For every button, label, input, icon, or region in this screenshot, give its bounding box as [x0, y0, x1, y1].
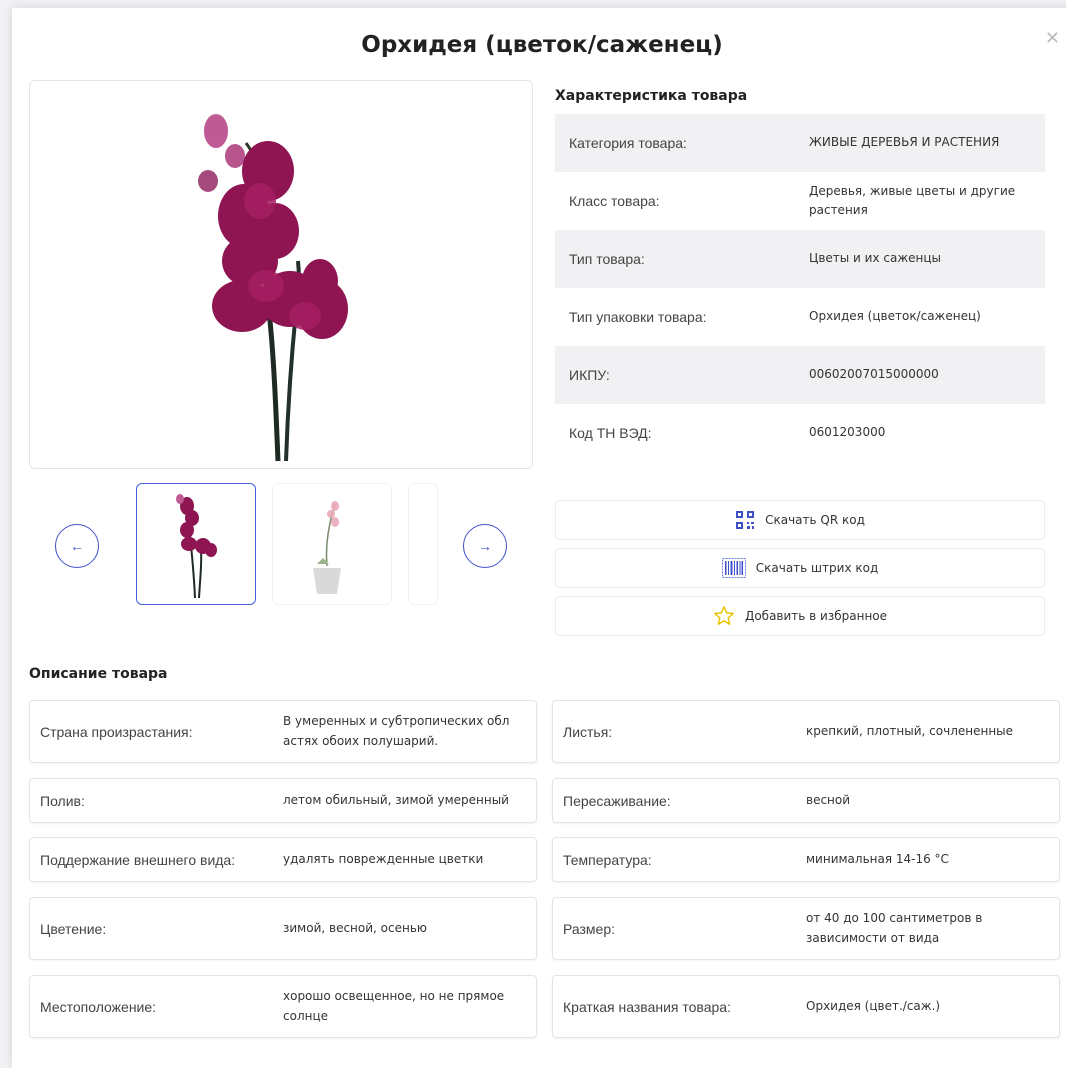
spec-label: Код ТН ВЭД: [569, 425, 652, 441]
description-label: Пересаживание: [563, 792, 671, 809]
download-qr-label: Скачать QR код [765, 513, 865, 527]
spec-value: 00602007015000000 [809, 367, 939, 382]
gallery-thumbnail-2[interactable] [272, 483, 392, 605]
description-item-location: Местоположение: хорошо освещенное, но не… [29, 975, 537, 1038]
description-label: Цветение: [40, 920, 107, 937]
spec-label: ИКПУ: [569, 367, 610, 383]
download-barcode-label: Скачать штрих код [755, 561, 879, 575]
gallery-prev-button[interactable]: ← [55, 524, 99, 568]
spec-value: 0601203000 [809, 425, 886, 440]
description-label: Страна произрастания: [40, 723, 193, 740]
description-item-leaves: Листья: крепкий, плотный, сочлененные [552, 700, 1060, 763]
specs-table: Категория товара: ЖИВЫЕ ДЕРЕВЬЯ И РАСТЕН… [555, 114, 1045, 462]
star-icon [713, 605, 735, 627]
gallery-next-button[interactable]: → [463, 524, 507, 568]
description-label: Полив: [40, 792, 85, 809]
description-label: Местоположение: [40, 998, 157, 1015]
description-value: В умеренных и субтропических обл астях о… [283, 714, 510, 748]
add-to-favorites-label: Добавить в избранное [744, 609, 888, 623]
close-icon[interactable]: ✕ [1045, 28, 1060, 49]
spec-row-tnved: Код ТН ВЭД: 0601203000 [555, 404, 1045, 462]
description-value: зимой, весной, осенью [283, 920, 428, 935]
spec-row-category: Категория товара: ЖИВЫЕ ДЕРЕВЬЯ И РАСТЕН… [555, 114, 1045, 172]
description-label: Краткая названия товара: [563, 998, 731, 1015]
description-item-blooming: Цветение: зимой, весной, осенью [29, 897, 537, 960]
description-item-origin: Страна произрастания: В умеренных и субт… [29, 700, 537, 763]
spec-value: Цветы и их саженцы [809, 251, 942, 266]
description-value: летом обильный, зимой умеренный [283, 792, 509, 807]
spec-value: ЖИВЫЕ ДЕРЕВЬЯ И РАСТЕНИЯ [809, 135, 1000, 150]
description-value: хорошо освещенное, но не прямое солнце [283, 989, 505, 1023]
spec-row-type: Тип товара: Цветы и их саженцы [555, 230, 1045, 288]
description-label: Листья: [563, 723, 613, 740]
specs-heading: Характеристика товара [555, 88, 748, 104]
description-item-size: Размер: от 40 до 100 сантиметров в завис… [552, 897, 1060, 960]
spec-label: Тип товара: [569, 251, 645, 267]
product-modal: Орхидея (цветок/саженец) ✕ ← → Характери… [12, 8, 1066, 1068]
download-qr-button[interactable]: Скачать QR код [555, 500, 1045, 540]
spec-value: Деревья, живые цветы и другие растения [809, 183, 1016, 217]
main-product-image [29, 80, 533, 469]
barcode-icon [721, 558, 746, 578]
spec-row-package-type: Тип упаковки товара: Орхидея (цветок/саж… [555, 288, 1045, 346]
download-barcode-button[interactable]: Скачать штрих код [555, 548, 1045, 588]
product-title: Орхидея (цветок/саженец) [361, 32, 723, 58]
description-value: крепкий, плотный, сочлененные [806, 723, 1014, 738]
gallery-thumbnail-1[interactable] [136, 483, 256, 605]
description-value: удалять поврежденные цветки [283, 851, 484, 866]
orchid-thumbnail-image [176, 494, 217, 599]
spec-label: Класс товара: [569, 193, 660, 209]
description-item-repotting: Пересаживание: весной [552, 778, 1060, 823]
description-value: минимальная 14-16 °C [806, 851, 949, 866]
spec-row-class: Класс товара: Деревья, живые цветы и дру… [555, 172, 1045, 230]
description-value: Орхидея (цвет./саж.) [806, 998, 941, 1013]
description-item-watering: Полив: летом обильный, зимой умеренный [29, 778, 537, 823]
description-label: Размер: [563, 920, 616, 937]
spec-row-ikpu: ИКПУ: 00602007015000000 [555, 346, 1045, 404]
description-heading: Описание товара [29, 666, 168, 682]
description-label: Поддержание внешнего вида: [40, 851, 236, 868]
description-value: весной [806, 792, 851, 807]
description-label: Температура: [563, 851, 652, 868]
description-item-care: Поддержание внешнего вида: удалять повре… [29, 837, 537, 882]
orchid-image [198, 114, 348, 462]
qr-code-icon [735, 510, 755, 530]
description-value: от 40 до 100 сантиметров в зависимости о… [806, 911, 983, 945]
gallery-thumbnail-3[interactable] [408, 483, 438, 605]
description-item-temperature: Температура: минимальная 14-16 °C [552, 837, 1060, 882]
spec-label: Категория товара: [569, 135, 687, 151]
spec-label: Тип упаковки товара: [569, 309, 707, 325]
description-item-short-name: Краткая названия товара: Орхидея (цвет./… [552, 975, 1060, 1038]
orchid-pot-thumbnail-image [313, 501, 341, 594]
add-to-favorites-button[interactable]: Добавить в избранное [555, 596, 1045, 636]
spec-value: Орхидея (цветок/саженец) [809, 309, 981, 324]
